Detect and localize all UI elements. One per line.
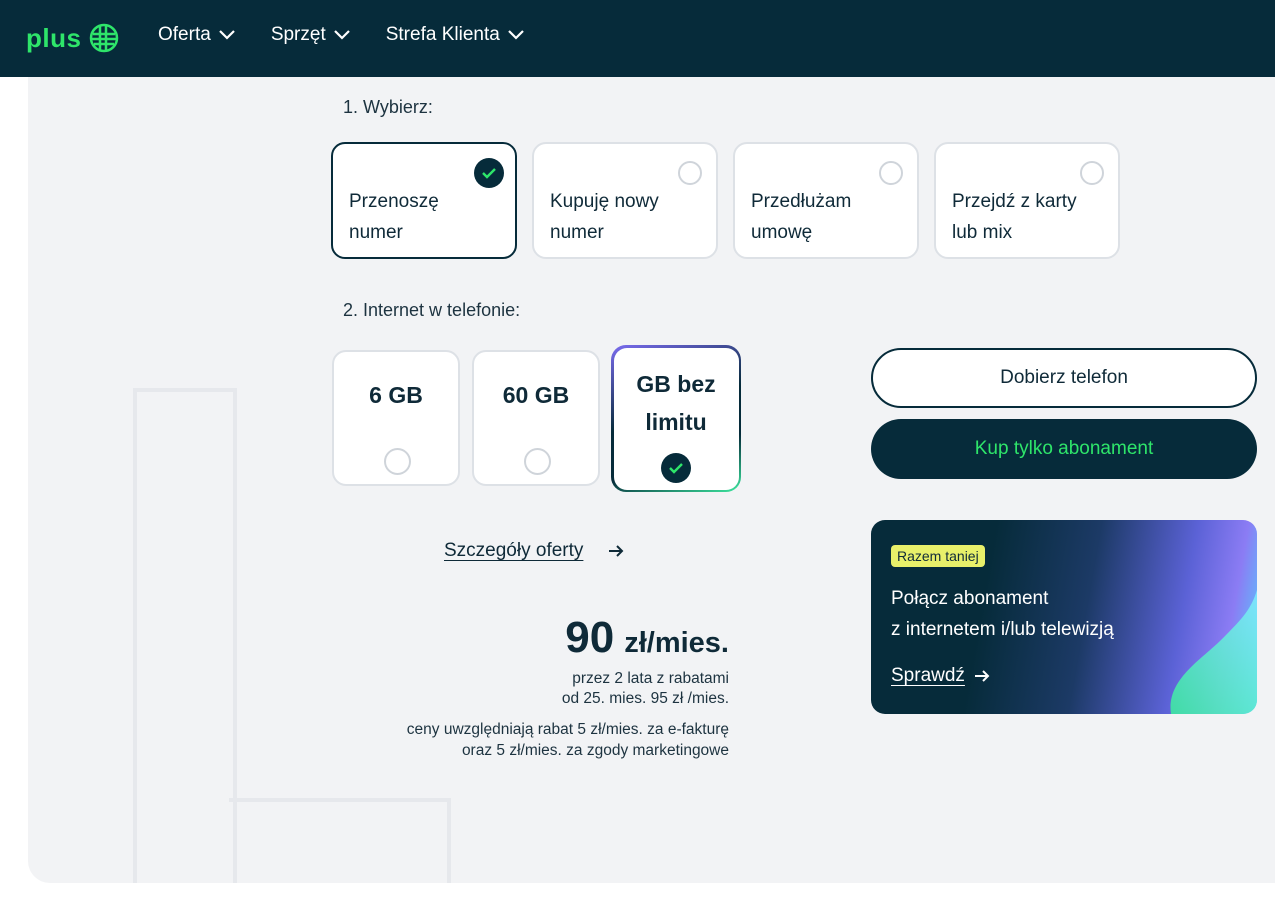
radio-icon (524, 448, 551, 475)
chevron-down-icon (508, 30, 524, 40)
option-60gb[interactable]: 60 GB (472, 350, 600, 486)
option-label: GB bez limitu (636, 370, 716, 435)
radio-icon (678, 161, 702, 185)
choose-phone-button[interactable]: Dobierz telefon (871, 348, 1257, 408)
radio-icon (1080, 161, 1104, 185)
plus-logo[interactable]: plus (26, 20, 119, 56)
step2-title: 2. Internet w telefonie: (343, 300, 521, 320)
option-label: Kupuję nowy numer (550, 191, 659, 243)
promo-badge: Razem taniej (891, 545, 985, 567)
price-after-line: od 25. mies. 95 zł /mies. (561, 690, 729, 707)
buy-plan-only-button[interactable]: Kup tylko abonament (871, 419, 1257, 479)
option-przenosze-numer[interactable]: Przenoszę numer (331, 142, 517, 259)
nav-sprzet-label: Sprzęt (270, 24, 326, 45)
offer-configurator-panel: 1. Wybierz: Przenoszę numer Kupuję nowy … (28, 77, 1275, 883)
promo-text: Połącz abonament z internetem i/lub tele… (891, 588, 1114, 640)
nav-oferta[interactable]: Oferta (158, 24, 235, 46)
option-6gb[interactable]: 6 GB (332, 350, 460, 486)
option-przedluzam-umowe[interactable]: Przedłużam umowę (733, 142, 919, 259)
check-icon (660, 452, 691, 483)
nav-strefa-klienta-label: Strefa Klienta (385, 24, 500, 45)
price-note-line1: ceny uwzględniają rabat 5 zł/mies. za e-… (406, 721, 729, 738)
chevron-down-icon (333, 30, 350, 40)
plus-logo-icon (90, 23, 119, 53)
nav-strefa-klienta[interactable]: Strefa Klienta (386, 24, 524, 46)
option-label: Przenoszę numer (349, 191, 439, 243)
nav-oferta-label: Oferta (158, 24, 211, 45)
decorative-shape (229, 798, 451, 883)
arrow-right-icon (609, 545, 624, 557)
price: 90 zł/mies. (565, 613, 729, 663)
decorative-shape (133, 388, 237, 883)
offer-details-link[interactable]: Szczegóły oferty (444, 540, 583, 562)
main-nav: Oferta Sprzęt Strefa Klienta (158, 24, 524, 46)
step1-title: 1. Wybierz: (343, 97, 433, 117)
bundle-promo-card: Razem taniej Połącz abonament z internet… (871, 520, 1257, 714)
radio-icon (384, 448, 411, 475)
logo-text: plus (26, 22, 82, 53)
option-label: Przejdź z karty lub mix (952, 191, 1077, 243)
option-label: 60 GB (502, 382, 570, 408)
price-amount: 90 (565, 613, 615, 662)
option-label: Przedłużam umowę (751, 191, 852, 243)
option-kupuje-nowy-numer[interactable]: Kupuję nowy numer (532, 142, 718, 259)
price-note-line2: oraz 5 zł/mies. za zgody marketingowe (461, 742, 729, 759)
price-period-line: przez 2 lata z rabatami (572, 670, 729, 687)
promo-check-link[interactable]: Sprawdź (891, 665, 965, 687)
price-unit: zł/mies. (624, 627, 729, 659)
option-label: 6 GB (369, 382, 423, 408)
radio-icon (879, 161, 903, 185)
top-navigation-bar: plus Oferta Sprzęt Strefa Klienta (0, 0, 1275, 77)
arrow-right-icon (975, 670, 990, 682)
nav-sprzet[interactable]: Sprzęt (271, 24, 350, 46)
check-icon (474, 158, 504, 188)
option-gb-bez-limitu[interactable]: GB bez limitu (611, 345, 741, 492)
chevron-down-icon (219, 30, 235, 40)
option-przejdz-z-karty[interactable]: Przejdź z karty lub mix (934, 142, 1120, 259)
